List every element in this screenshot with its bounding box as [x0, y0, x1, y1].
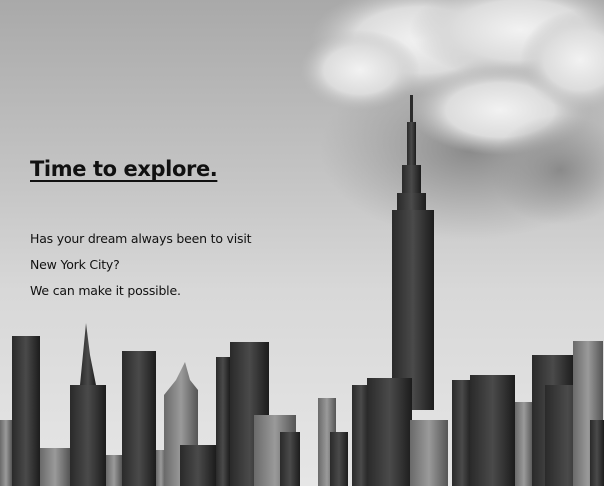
skyline-buildings: [0, 323, 604, 486]
hero-description-line-3: We can make it possible.: [30, 283, 181, 298]
hero-headline: Time to explore.: [30, 157, 218, 181]
hero-description-line-2: New York City?: [30, 257, 120, 272]
cloud-graphic: [300, 0, 604, 240]
hero-section: Time to explore. Has your dream always b…: [0, 0, 604, 486]
hero-description: Has your dream always been to visit New …: [30, 226, 252, 304]
hero-description-line-1: Has your dream always been to visit: [30, 231, 252, 246]
